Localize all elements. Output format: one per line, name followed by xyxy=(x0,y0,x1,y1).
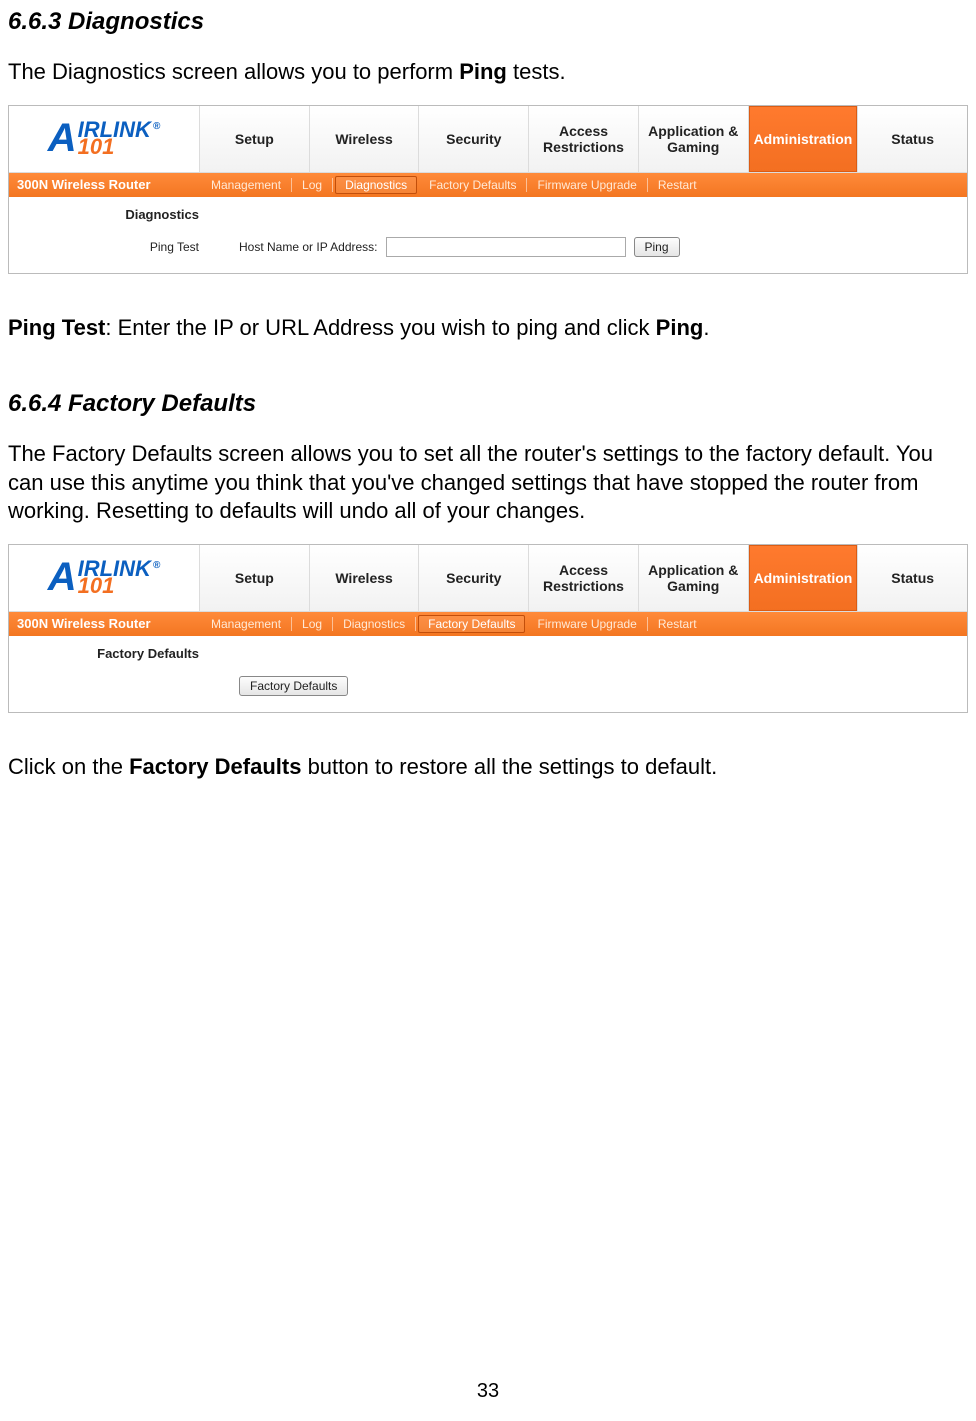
desc-mid: : Enter the IP or URL Address you wish t… xyxy=(105,315,655,340)
tab-wireless[interactable]: Wireless xyxy=(309,106,419,172)
tab-setup[interactable]: Setup xyxy=(199,106,309,172)
logo-a: A xyxy=(48,555,76,600)
subtab-firmware-upgrade[interactable]: Firmware Upgrade xyxy=(527,617,647,631)
device-name: 300N Wireless Router xyxy=(17,616,201,631)
desc-post: . xyxy=(703,315,709,340)
tab-access-restrictions[interactable]: Access Restrictions xyxy=(528,106,638,172)
subtab-restart[interactable]: Restart xyxy=(648,178,707,192)
tab-status[interactable]: Status xyxy=(857,106,967,172)
logo-r: ® xyxy=(153,121,160,132)
tab-administration[interactable]: Administration xyxy=(748,545,858,611)
section-heading-663: 6.6.3 Diagnostics xyxy=(8,8,968,36)
subtab-factory-defaults[interactable]: Factory Defaults xyxy=(418,615,525,633)
logo-a: A xyxy=(48,116,76,161)
desc-bold1: Ping Test xyxy=(8,315,105,340)
tab-administration[interactable]: Administration xyxy=(748,106,858,172)
host-ip-input[interactable] xyxy=(386,237,626,257)
row-label-ping-test: Ping Test xyxy=(9,240,199,254)
main-nav: A IRLINK® 101 Setup Wireless Security Ac… xyxy=(9,106,967,173)
desc-pre: Click on the xyxy=(8,754,129,779)
panel-title-diagnostics: Diagnostics xyxy=(9,207,199,222)
diagnostics-content: Diagnostics Ping Test Host Name or IP Ad… xyxy=(9,197,967,273)
subtab-firmware-upgrade[interactable]: Firmware Upgrade xyxy=(527,178,647,192)
factory-defaults-screenshot: A IRLINK® 101 Setup Wireless Security Ac… xyxy=(8,544,968,713)
logo-line2: 101 xyxy=(78,577,161,596)
logo: A IRLINK® 101 xyxy=(9,545,199,611)
nav-tabs-fd: Setup Wireless Security Access Restricti… xyxy=(199,545,967,611)
tab-wireless[interactable]: Wireless xyxy=(309,545,419,611)
logo-line2: 101 xyxy=(78,138,161,157)
desc-664: Click on the Factory Defaults button to … xyxy=(8,753,968,782)
tab-security[interactable]: Security xyxy=(418,545,528,611)
tab-setup[interactable]: Setup xyxy=(199,545,309,611)
subtab-management[interactable]: Management xyxy=(201,617,292,631)
desc-bold2: Ping xyxy=(656,315,704,340)
page-number: 33 xyxy=(0,1380,976,1403)
sub-nav-fd: 300N Wireless Router Management Log Diag… xyxy=(9,612,967,636)
intro-664: The Factory Defaults screen allows you t… xyxy=(8,440,968,526)
desc-663: Ping Test: Enter the IP or URL Address y… xyxy=(8,314,968,343)
subtab-factory-defaults[interactable]: Factory Defaults xyxy=(419,178,527,192)
tab-application-gaming[interactable]: Application & Gaming xyxy=(638,106,748,172)
tab-application-gaming[interactable]: Application & Gaming xyxy=(638,545,748,611)
tab-status[interactable]: Status xyxy=(857,545,967,611)
subtab-log[interactable]: Log xyxy=(292,617,333,631)
main-nav-fd: A IRLINK® 101 Setup Wireless Security Ac… xyxy=(9,545,967,612)
logo: A IRLINK® 101 xyxy=(9,106,199,172)
tab-access-restrictions[interactable]: Access Restrictions xyxy=(528,545,638,611)
subtab-diagnostics[interactable]: Diagnostics xyxy=(335,176,417,194)
subtab-management[interactable]: Management xyxy=(201,178,292,192)
desc-post: button to restore all the settings to de… xyxy=(301,754,717,779)
ping-button[interactable]: Ping xyxy=(634,237,680,257)
factory-defaults-button[interactable]: Factory Defaults xyxy=(239,676,348,696)
subtab-restart[interactable]: Restart xyxy=(648,617,707,631)
subtab-log[interactable]: Log xyxy=(292,178,333,192)
tab-security[interactable]: Security xyxy=(418,106,528,172)
field-label-host: Host Name or IP Address: xyxy=(239,240,378,254)
diagnostics-screenshot: A IRLINK® 101 Setup Wireless Security Ac… xyxy=(8,105,968,274)
logo-r: ® xyxy=(153,560,160,571)
intro-bold: Ping xyxy=(459,59,507,84)
intro-post: tests. xyxy=(507,59,566,84)
desc-bold: Factory Defaults xyxy=(129,754,301,779)
subtab-diagnostics[interactable]: Diagnostics xyxy=(333,617,416,631)
sub-nav: 300N Wireless Router Management Log Diag… xyxy=(9,173,967,197)
nav-tabs: Setup Wireless Security Access Restricti… xyxy=(199,106,967,172)
intro-pre: The Diagnostics screen allows you to per… xyxy=(8,59,459,84)
device-name: 300N Wireless Router xyxy=(17,177,201,192)
intro-663: The Diagnostics screen allows you to per… xyxy=(8,58,968,87)
factory-defaults-content: Factory Defaults Factory Defaults xyxy=(9,636,967,712)
section-heading-664: 6.6.4 Factory Defaults xyxy=(8,390,968,418)
panel-title-factory-defaults: Factory Defaults xyxy=(9,646,199,661)
